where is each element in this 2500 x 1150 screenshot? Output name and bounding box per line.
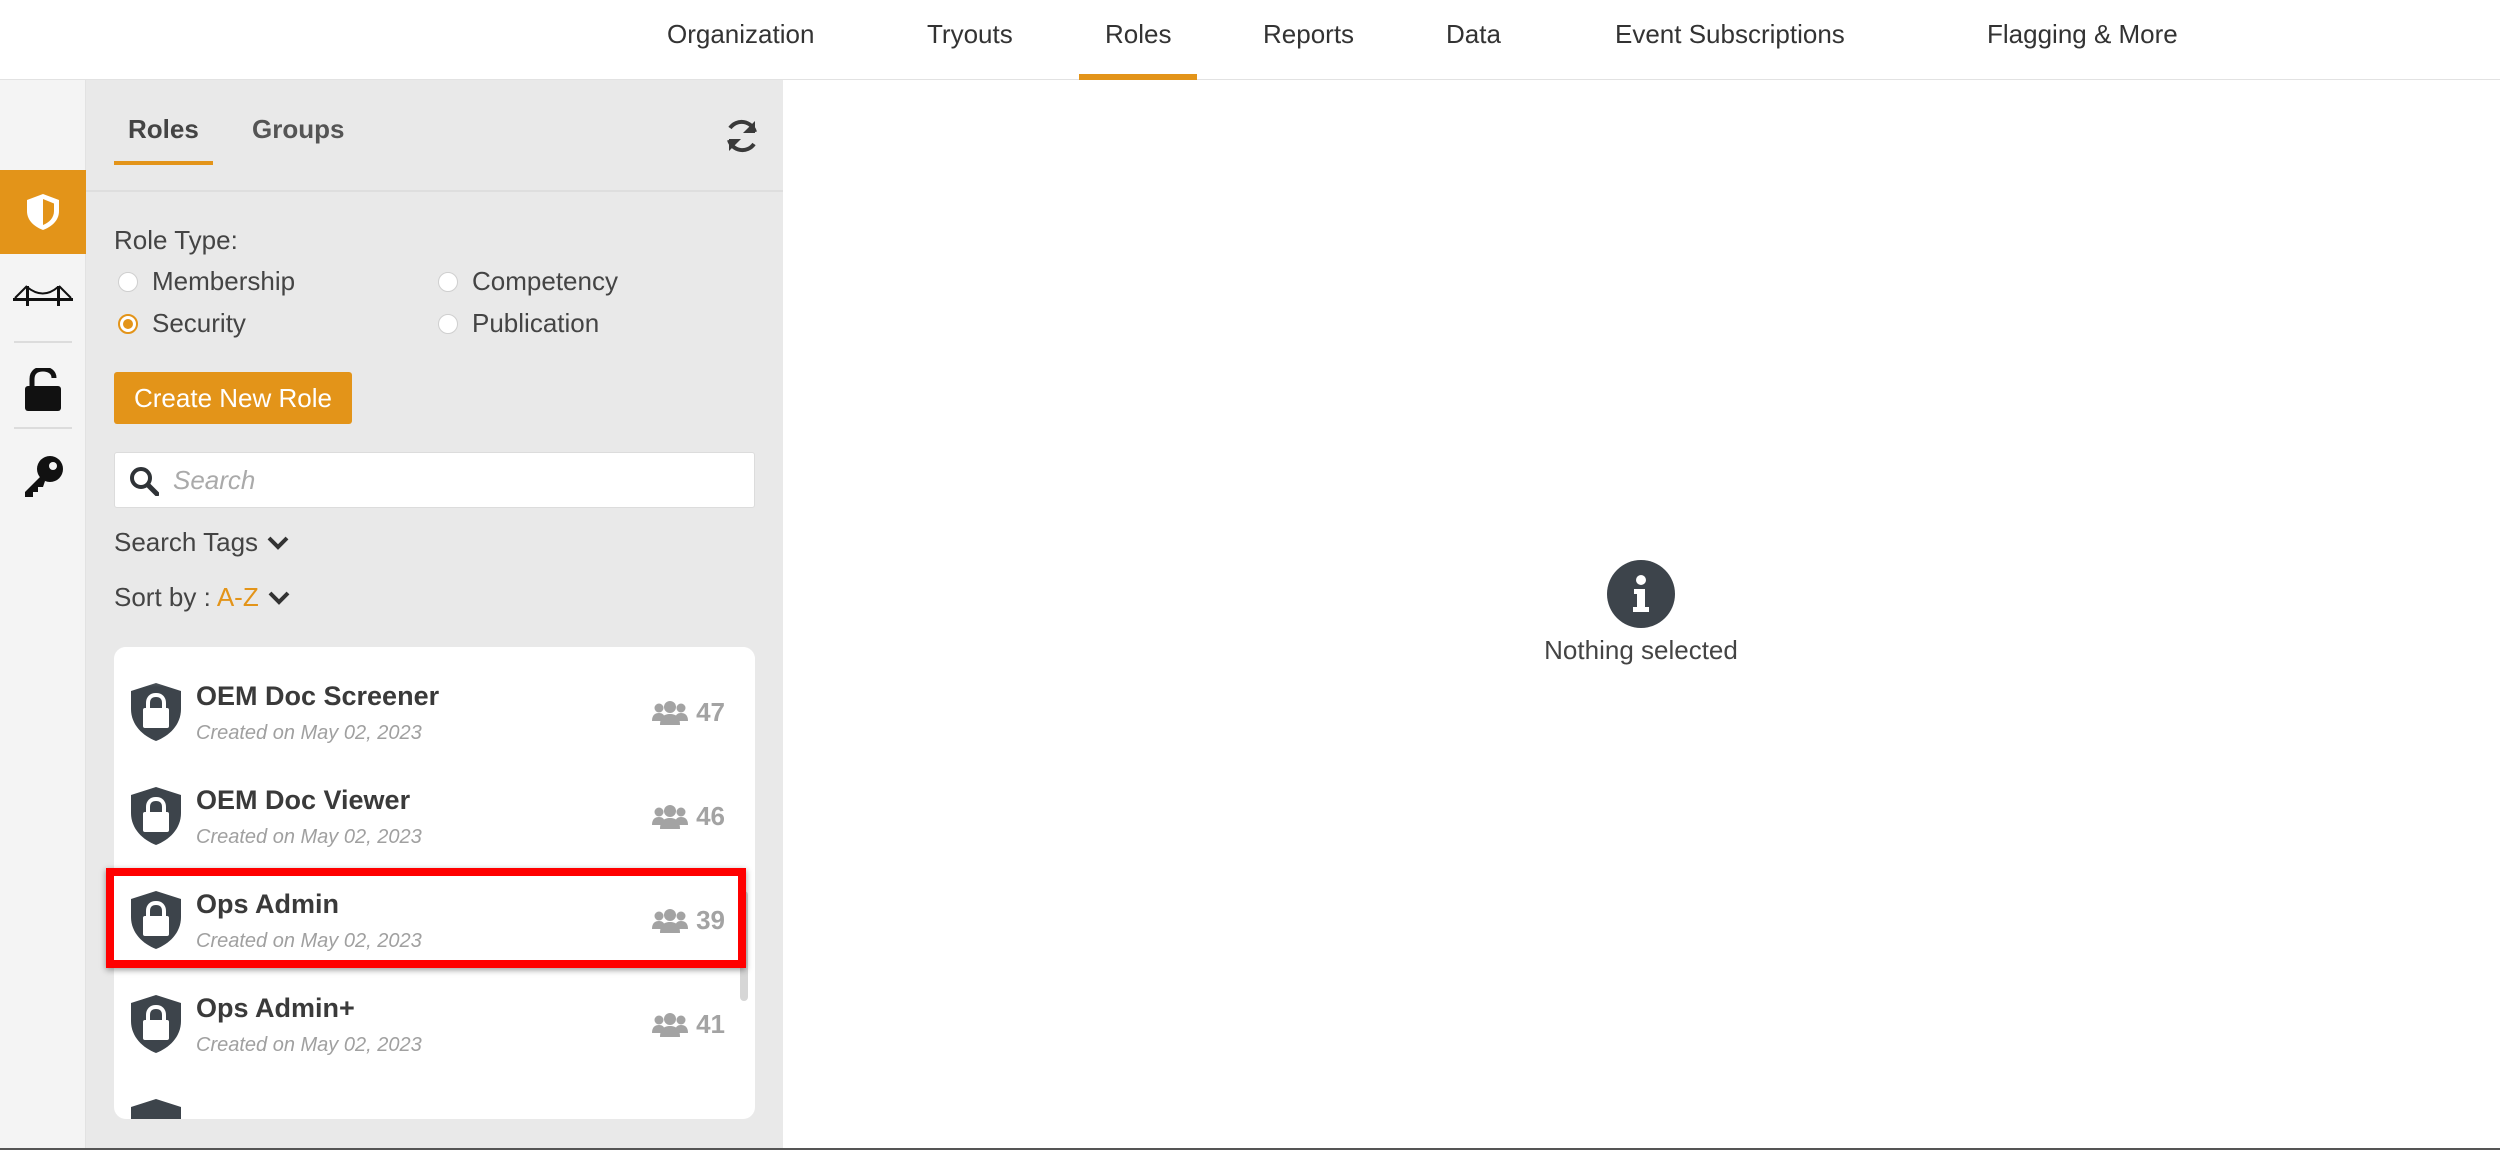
- radio-button-selected[interactable]: [118, 313, 138, 334]
- tab-roles[interactable]: Roles: [1078, 0, 1199, 80]
- role-list: OEM Doc Screener Created on May 02, 2023…: [114, 647, 755, 1119]
- role-list-item[interactable]: OEM Doc Screener Created on May 02, 2023…: [114, 661, 755, 765]
- users-icon: [652, 1012, 689, 1037]
- panel-divider: [86, 190, 783, 192]
- radio-publication[interactable]: Publication: [438, 308, 599, 339]
- chevron-down-icon: [268, 591, 290, 605]
- users-icon: [652, 700, 689, 725]
- search-input[interactable]: [173, 453, 743, 507]
- search-icon: [130, 467, 159, 496]
- member-count: 46: [652, 801, 725, 832]
- detail-area: Nothing selected: [783, 80, 2500, 1148]
- member-count-value: 47: [696, 697, 725, 727]
- radio-security[interactable]: Security: [118, 308, 246, 339]
- tab-tryouts[interactable]: Tryouts: [927, 0, 1013, 80]
- radio-button[interactable]: [438, 313, 458, 334]
- empty-state-text: Nothing selected: [1544, 635, 1738, 665]
- radio-label: Publication: [472, 308, 600, 338]
- role-name: Ops Admin: [196, 889, 340, 919]
- sort-by-label: Sort by :: [114, 582, 211, 612]
- radio-label: Competency: [472, 266, 618, 296]
- radio-label: Security: [152, 308, 246, 338]
- role-name: Ops Admin+: [196, 993, 355, 1023]
- radio-competency[interactable]: Competency: [438, 266, 618, 297]
- shield-lock-icon: [131, 1099, 181, 1119]
- member-count-value: 46: [696, 801, 725, 831]
- radio-membership[interactable]: Membership: [118, 266, 295, 297]
- tab-data[interactable]: Data: [1446, 0, 1501, 80]
- member-count: 39: [652, 905, 725, 936]
- role-name: OEM Doc Screener: [196, 681, 440, 711]
- sort-by-value: A-Z: [216, 582, 259, 612]
- role-created-date: Created on May 02, 2023: [196, 1034, 422, 1056]
- rail-security-button[interactable]: [0, 170, 86, 254]
- search-box: [114, 452, 755, 508]
- shield-icon: [27, 194, 59, 230]
- member-count: 47: [652, 697, 725, 728]
- shield-lock-icon: [131, 683, 181, 741]
- tab-reports[interactable]: Reports: [1263, 0, 1354, 80]
- users-icon: [652, 908, 689, 933]
- users-icon: [652, 804, 689, 829]
- role-list-item[interactable]: OEM Doc Viewer Created on May 02, 2023 4…: [114, 765, 755, 869]
- icon-rail: [0, 80, 86, 1148]
- role-type-label: Role Type:: [114, 225, 238, 255]
- role-created-date: Created on May 02, 2023: [196, 826, 422, 848]
- info-icon: [1607, 560, 1675, 628]
- role-created-date: Created on May 02, 2023: [196, 722, 422, 744]
- bridge-icon: [13, 285, 73, 306]
- rail-separator: [14, 427, 72, 429]
- search-tags-toggle[interactable]: Search Tags: [114, 527, 290, 558]
- list-scrollbar[interactable]: [740, 891, 748, 1001]
- tab-event-subscriptions[interactable]: Event Subscriptions: [1615, 0, 1845, 80]
- rail-bridge-button[interactable]: [0, 276, 86, 316]
- role-created-date: Created on May 02, 2023: [196, 930, 422, 952]
- chevron-down-icon: [267, 536, 289, 550]
- role-list-item[interactable]: Ops Admin+ Created on May 02, 2023 41: [114, 973, 755, 1077]
- shield-lock-icon: [131, 995, 181, 1053]
- search-tags-label: Search Tags: [114, 527, 259, 557]
- subtab-groups[interactable]: Groups: [252, 114, 344, 145]
- role-list-item-selected[interactable]: Ops Admin Created on May 02, 2023 39: [114, 869, 755, 973]
- rail-key-button[interactable]: [0, 448, 86, 504]
- radio-button[interactable]: [118, 271, 138, 292]
- role-name: OEM Doc Viewer: [196, 785, 411, 815]
- sort-by-dropdown[interactable]: Sort by : A-Z: [114, 582, 291, 613]
- unlock-icon: [25, 368, 61, 411]
- shield-lock-icon: [131, 787, 181, 845]
- member-count-value: 39: [696, 905, 725, 935]
- radio-button[interactable]: [438, 271, 458, 292]
- create-new-role-button[interactable]: Create New Role: [114, 372, 352, 424]
- rail-unlock-button[interactable]: [0, 363, 86, 417]
- key-icon: [25, 456, 63, 497]
- radio-label: Membership: [152, 266, 296, 296]
- shield-lock-icon: [131, 891, 181, 949]
- roles-panel: Roles Groups Role Type: Membership Compe…: [86, 80, 783, 1148]
- role-list-item-partial[interactable]: [114, 1077, 755, 1119]
- tab-flagging-and-more[interactable]: Flagging & More: [1987, 0, 2178, 80]
- rail-separator: [14, 341, 72, 343]
- refresh-icon[interactable]: [722, 116, 762, 156]
- member-count: 41: [652, 1009, 725, 1040]
- subtab-roles[interactable]: Roles: [114, 114, 213, 165]
- member-count-value: 41: [696, 1009, 725, 1039]
- tab-organization[interactable]: Organization: [667, 0, 814, 80]
- top-navigation: Organization Tryouts Roles Reports Data …: [0, 0, 2500, 80]
